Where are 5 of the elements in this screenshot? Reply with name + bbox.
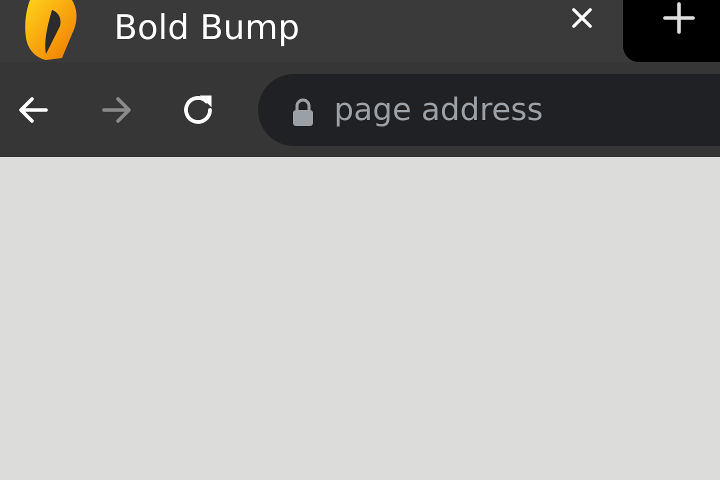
plus-icon[interactable]	[662, 2, 694, 34]
lock-icon	[292, 98, 314, 126]
new-tab-button[interactable]	[623, 0, 720, 62]
address-field[interactable]: page address	[258, 74, 720, 146]
close-icon[interactable]	[571, 7, 593, 29]
